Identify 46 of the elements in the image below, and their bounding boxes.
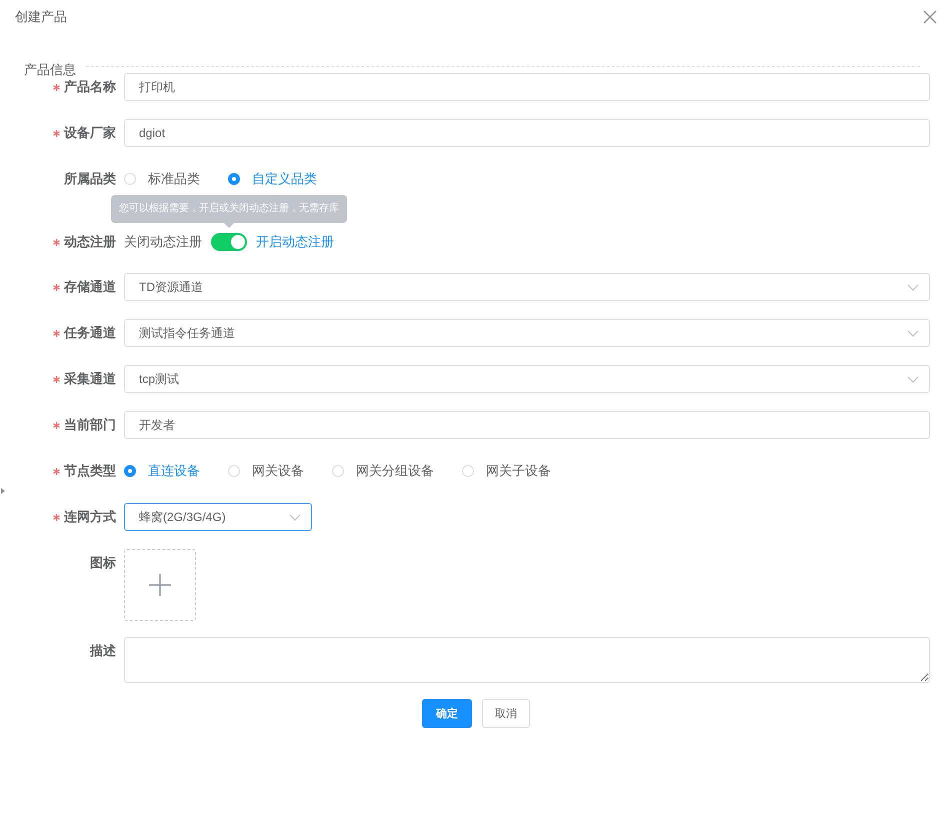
input-field[interactable]: 打印机 [124, 73, 930, 101]
input-field[interactable]: dgiot [124, 119, 930, 147]
chevron-down-icon [907, 330, 919, 336]
field-label: 当前部门 [64, 416, 116, 434]
tooltip-arrow [224, 223, 234, 228]
chevron-down-icon [907, 376, 919, 382]
close-icon [923, 10, 937, 24]
select-field[interactable]: 蜂窝(2G/3G/4G) [124, 503, 312, 531]
select-field[interactable]: 测试指令任务通道 [124, 319, 930, 347]
field-label: 连网方式 [64, 508, 116, 526]
cancel-button[interactable]: 取消 [482, 699, 530, 728]
select-field[interactable]: TD资源通道 [124, 273, 930, 301]
input-field[interactable]: 开发者 [124, 411, 930, 439]
chevron-down-icon [289, 514, 301, 520]
radio-option[interactable]: 网关子设备 [462, 462, 551, 480]
radio-option[interactable]: 标准品类 [124, 170, 200, 188]
field-label: 设备厂家 [64, 124, 116, 142]
radio-option[interactable]: 网关分组设备 [332, 462, 434, 480]
close-button[interactable] [923, 10, 937, 24]
select-field[interactable]: tcp测试 [124, 365, 930, 393]
field-label: 任务通道 [64, 324, 116, 342]
radio-button[interactable] [228, 173, 240, 185]
dialog-title: 创建产品 [15, 8, 67, 26]
field-label: 存储通道 [64, 278, 116, 296]
toggle-switch[interactable] [211, 233, 247, 251]
field-label: 描述 [90, 642, 116, 660]
text-area[interactable] [124, 637, 930, 683]
handle-icon [1, 488, 5, 494]
field-label: 所属品类 [64, 170, 116, 188]
section-title: 产品信息 [24, 61, 76, 79]
confirm-button[interactable]: 确定 [422, 699, 472, 728]
field-label: 产品名称 [64, 78, 116, 96]
upload-box[interactable] [124, 549, 196, 621]
field-label: 节点类型 [64, 462, 116, 480]
plus-icon [149, 574, 171, 596]
chevron-down-icon [907, 284, 919, 290]
switch-on-label: 开启动态注册 [256, 233, 334, 251]
field-label: 图标 [90, 554, 116, 572]
tooltip: 您可以根据需要，开启或关闭动态注册，无需存库 [111, 195, 347, 223]
switch-off-label: 关闭动态注册 [124, 233, 202, 251]
radio-button[interactable] [124, 465, 136, 477]
field-label: 采集通道 [64, 370, 116, 388]
radio-option[interactable]: 直连设备 [124, 462, 200, 480]
radio-option[interactable]: 网关设备 [228, 462, 304, 480]
radio-option[interactable]: 自定义品类 [228, 170, 317, 188]
field-label: 动态注册 [64, 233, 116, 251]
